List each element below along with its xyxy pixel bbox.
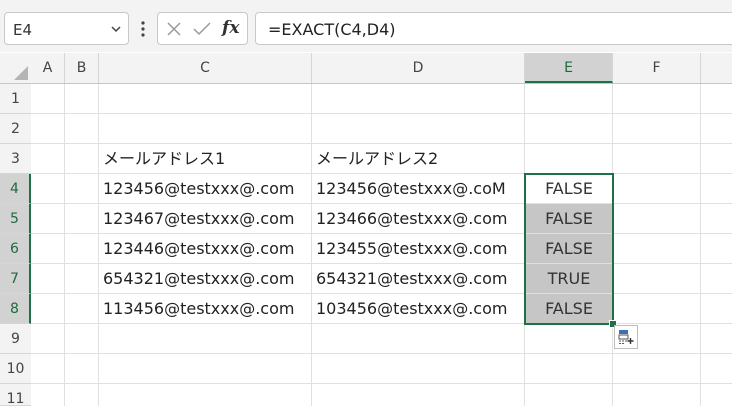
column-header-a[interactable]: A (31, 53, 65, 83)
cell-c8[interactable]: 113456@testxxx@.com (99, 294, 312, 324)
gridline-v (64, 84, 65, 406)
column-header-g-partial[interactable] (701, 53, 732, 83)
chevron-down-icon[interactable] (110, 23, 122, 35)
title-bar-strip (0, 0, 732, 8)
name-box[interactable]: E4 (4, 12, 129, 45)
formula-input[interactable]: =EXACT(C4,D4) (255, 12, 732, 45)
gridline-h (31, 353, 732, 354)
row-header-1[interactable]: 1 (0, 84, 31, 114)
select-all-corner[interactable] (0, 53, 31, 83)
column-header-b[interactable]: B (65, 53, 99, 83)
cell-d8[interactable]: 103456@testxxx@.com (312, 294, 525, 324)
row-header-5[interactable]: 5 (0, 204, 31, 234)
cell-d7[interactable]: 654321@testxxx@.com (312, 264, 525, 294)
selection-border (524, 173, 614, 325)
column-header-f[interactable]: F (613, 53, 701, 83)
row-header-3[interactable]: 3 (0, 144, 31, 174)
row-header-9[interactable]: 9 (0, 324, 31, 354)
quick-analysis-icon (618, 330, 634, 344)
name-box-value: E4 (13, 21, 33, 39)
more-options-icon[interactable] (140, 20, 146, 38)
enter-check-icon[interactable] (192, 21, 212, 37)
column-header-e[interactable]: E (525, 53, 613, 83)
cell-c7[interactable]: 654321@testxxx@.com (99, 264, 312, 294)
row-header-10[interactable]: 10 (0, 354, 31, 384)
row-header-2[interactable]: 2 (0, 114, 31, 144)
cell-c3[interactable]: メールアドレス1 (99, 144, 312, 174)
header-divider (0, 83, 732, 84)
cell-d6[interactable]: 123455@testxxx@.com (312, 234, 525, 264)
quick-analysis-button[interactable] (614, 325, 638, 349)
cancel-icon[interactable] (166, 21, 182, 37)
cell-c5[interactable]: 123467@testxxx@.com (99, 204, 312, 234)
cell-c4[interactable]: 123456@testxxx@.com (99, 174, 312, 204)
gridline-v (700, 84, 701, 406)
row-header-7[interactable]: 7 (0, 264, 31, 294)
gridline-h (31, 383, 732, 384)
cell-d4[interactable]: 123456@testxxx@.coM (312, 174, 525, 204)
row-header-8[interactable]: 8 (0, 294, 31, 324)
insert-function-button[interactable]: fx (222, 18, 239, 38)
cell-d3[interactable]: メールアドレス2 (312, 144, 525, 174)
gridline-h (31, 113, 732, 114)
select-all-triangle-icon (14, 66, 28, 80)
formula-buttons: fx (157, 12, 248, 45)
cell-d5[interactable]: 123466@testxxx@.com (312, 204, 525, 234)
cell-c6[interactable]: 123446@testxxx@.com (99, 234, 312, 264)
column-header-c[interactable]: C (99, 53, 312, 83)
column-header-d[interactable]: D (312, 53, 525, 83)
formula-bar-area: E4 fx =EXACT(C4,D4) (0, 8, 732, 52)
row-header-11[interactable]: 11 (0, 384, 31, 407)
row-header-6[interactable]: 6 (0, 234, 31, 264)
row-header-4[interactable]: 4 (0, 174, 31, 204)
formula-text: =EXACT(C4,D4) (268, 20, 396, 39)
